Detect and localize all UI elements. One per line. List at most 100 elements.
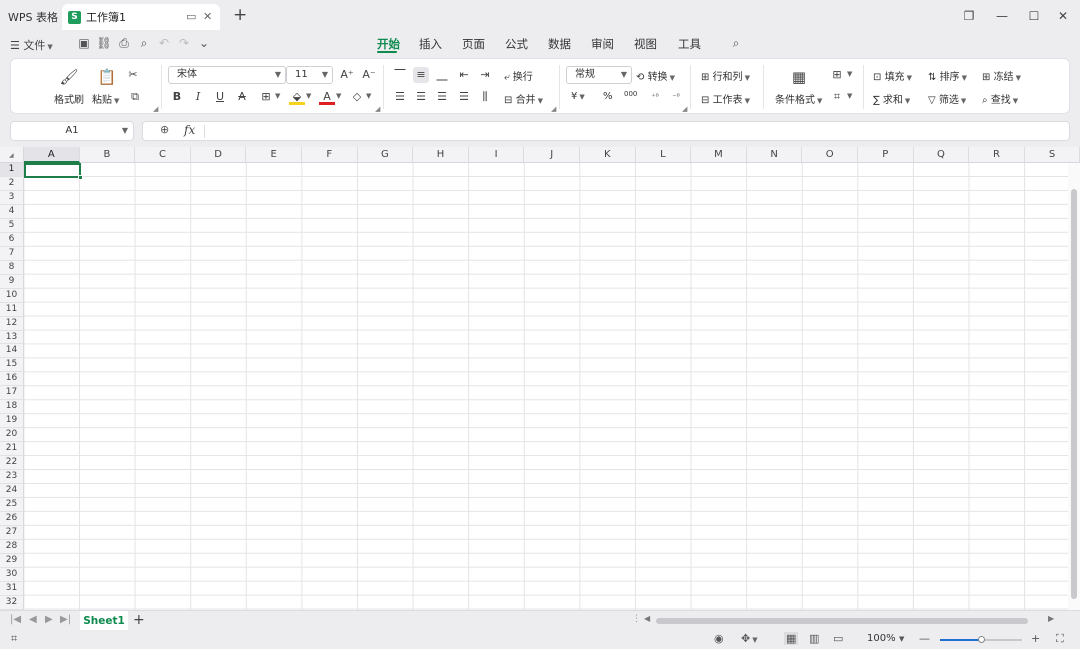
row-header-12[interactable]: 12 — [0, 316, 24, 331]
zoom-level[interactable]: 100% — [867, 633, 896, 644]
page-break-view-icon[interactable]: ▭ — [833, 632, 843, 645]
tab-formula[interactable]: 公式 — [505, 36, 528, 52]
clipboard-launcher-icon[interactable]: ◢ — [153, 105, 158, 113]
row-header-3[interactable]: 3 — [0, 190, 24, 205]
number-format-select[interactable]: 常规 ▼ — [566, 66, 632, 84]
column-header-s[interactable]: S — [1024, 147, 1080, 163]
justify-icon[interactable]: ☰ — [456, 89, 472, 105]
horizontal-scrollbar[interactable]: ◀ ▶ — [640, 614, 1060, 626]
chevron-down-icon[interactable]: ▼ — [847, 92, 852, 100]
distribute-icon[interactable]: ⫼ — [477, 89, 493, 105]
cell-area[interactable] — [24, 163, 1080, 610]
row-header-5[interactable]: 5 — [0, 218, 24, 233]
fill-button[interactable]: ⊡ 填充 ▼ — [873, 68, 912, 83]
row-header-10[interactable]: 10 — [0, 288, 24, 303]
undo-icon[interactable]: ↶ — [156, 35, 172, 51]
column-header-g[interactable]: G — [357, 147, 414, 163]
zoom-in-icon[interactable]: + — [1031, 632, 1040, 645]
column-header-m[interactable]: M — [691, 147, 747, 163]
column-header-o[interactable]: O — [802, 147, 858, 163]
align-center-icon[interactable]: ☰ — [413, 89, 429, 105]
maximize-icon[interactable]: ☐ — [1026, 8, 1042, 24]
column-header-h[interactable]: H — [413, 147, 469, 163]
tab-page[interactable]: 页面 — [462, 36, 485, 52]
tab-view[interactable]: 视图 — [634, 36, 657, 52]
column-header-q[interactable]: Q — [913, 147, 970, 163]
vertical-scroll-thumb[interactable] — [1071, 189, 1077, 599]
strikethrough-button[interactable]: A — [234, 89, 250, 105]
wrap-text-button[interactable]: ⤶ 换行 — [504, 68, 533, 83]
column-header-d[interactable]: D — [190, 147, 247, 163]
row-header-29[interactable]: 29 — [0, 553, 24, 568]
currency-button[interactable]: ¥ ▼ — [571, 91, 585, 102]
row-header-21[interactable]: 21 — [0, 442, 24, 457]
paste-icon[interactable]: 📋 — [95, 67, 119, 87]
fill-handle[interactable] — [78, 175, 83, 180]
scroll-left-icon[interactable]: ◀ — [644, 614, 650, 623]
row-header-2[interactable]: 2 — [0, 176, 24, 191]
row-header-8[interactable]: 8 — [0, 260, 24, 275]
copy-icon[interactable]: ⧉ — [127, 89, 143, 105]
add-sheet-button[interactable]: + — [133, 612, 145, 628]
align-right-icon[interactable]: ☰ — [434, 89, 450, 105]
name-box[interactable]: A1 ▼ — [10, 121, 134, 141]
row-header-32[interactable]: 32 — [0, 595, 24, 610]
align-middle-icon[interactable]: ≡ — [413, 67, 429, 83]
monitor-icon[interactable]: ▭ — [186, 10, 196, 23]
font-size-select[interactable]: 11 ▼ — [286, 66, 333, 84]
page-layout-view-icon[interactable]: ▥ — [809, 632, 819, 645]
row-header-19[interactable]: 19 — [0, 414, 24, 429]
tab-review[interactable]: 审阅 — [591, 36, 614, 52]
row-header-30[interactable]: 30 — [0, 567, 24, 582]
decrease-indent-icon[interactable]: ⇤ — [456, 67, 472, 83]
decrease-font-icon[interactable]: A⁻ — [361, 67, 377, 83]
column-header-n[interactable]: N — [746, 147, 803, 163]
zoom-slider-knob[interactable] — [978, 636, 985, 643]
document-tab[interactable]: S 工作簿1 ▭ ✕ — [62, 4, 220, 30]
row-header-28[interactable]: 28 — [0, 539, 24, 554]
format-painter-icon[interactable]: 🖌 — [57, 67, 81, 87]
font-name-select[interactable]: 宋体 ▼ — [168, 66, 286, 84]
zoom-out-icon[interactable]: — — [919, 632, 930, 645]
tab-tools[interactable]: 工具 — [678, 36, 701, 52]
row-header-31[interactable]: 31 — [0, 581, 24, 596]
column-header-c[interactable]: C — [135, 147, 191, 163]
table-style-icon[interactable]: ⌗ — [829, 89, 845, 105]
row-header-25[interactable]: 25 — [0, 498, 24, 512]
increase-indent-icon[interactable]: ⇥ — [477, 67, 493, 83]
scroll-right-icon[interactable]: ▶ — [1048, 614, 1054, 623]
column-header-i[interactable]: I — [468, 147, 525, 163]
column-header-k[interactable]: K — [580, 147, 636, 163]
underline-button[interactable]: U — [212, 89, 228, 105]
conditional-format-button[interactable]: 条件格式 ▼ — [775, 91, 822, 106]
insert-function-button[interactable]: fx — [184, 123, 195, 137]
align-bottom-icon[interactable]: ⎽ — [434, 67, 450, 83]
column-header-l[interactable]: L — [635, 147, 692, 163]
chevron-down-icon[interactable]: ▼ — [366, 92, 371, 100]
alignment-launcher-icon[interactable]: ◢ — [551, 105, 556, 113]
fullscreen-icon[interactable]: ⛶ — [1056, 632, 1064, 646]
eye-protection-icon[interactable]: ◉ — [714, 632, 724, 645]
reading-mode-icon[interactable]: ✥ ▼ — [741, 632, 758, 645]
font-launcher-icon[interactable]: ◢ — [375, 105, 380, 113]
borders-icon[interactable]: ⊞ — [258, 89, 274, 105]
find-button[interactable]: ⌕ 查找 ▼ — [982, 91, 1018, 106]
chevron-down-icon[interactable]: ▼ — [847, 70, 852, 78]
horizontal-scroll-thumb[interactable] — [656, 618, 1028, 624]
format-painter-button[interactable]: 格式刷 — [54, 91, 84, 106]
row-header-26[interactable]: 26 — [0, 512, 24, 526]
close-window-icon[interactable]: ✕ — [1055, 8, 1071, 24]
minimize-icon[interactable]: — — [994, 8, 1010, 24]
row-header-27[interactable]: 27 — [0, 525, 24, 540]
column-header-b[interactable]: B — [79, 147, 136, 163]
vertical-scrollbar[interactable] — [1068, 163, 1080, 610]
convert-button[interactable]: ⟲ 转换 ▼ — [636, 68, 675, 83]
chevron-down-icon[interactable]: ▼ — [122, 122, 128, 140]
decrease-decimal-icon[interactable]: ⁻⁰ — [668, 89, 684, 105]
row-header-1[interactable]: 1 — [0, 163, 24, 177]
last-sheet-icon[interactable]: ▶| — [60, 614, 71, 625]
number-launcher-icon[interactable]: ◢ — [682, 105, 687, 113]
chevron-down-icon[interactable]: ▼ — [306, 92, 311, 100]
active-cell-A1[interactable] — [24, 163, 83, 180]
row-header-15[interactable]: 15 — [0, 358, 24, 373]
